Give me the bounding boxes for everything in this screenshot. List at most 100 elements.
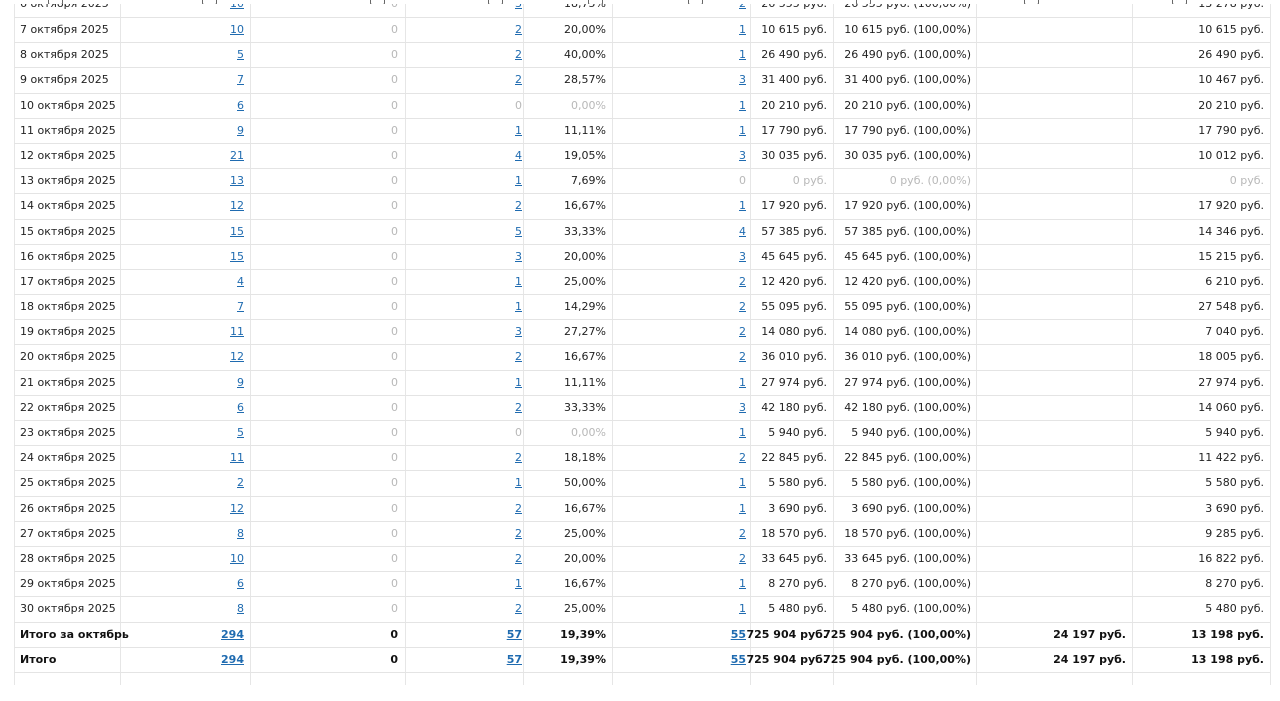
cell-visits[interactable]: 10 bbox=[230, 547, 244, 571]
cell-orders[interactable]: 1 bbox=[739, 572, 746, 596]
cell-visits[interactable]: 15 bbox=[230, 245, 244, 269]
cell-orders[interactable]: 2 bbox=[739, 522, 746, 546]
cell-leads[interactable]: 4 bbox=[515, 144, 522, 168]
cell-date: Итого bbox=[20, 652, 57, 666]
cell-leads[interactable]: 3 bbox=[515, 320, 522, 344]
cell-orders[interactable]: 3 bbox=[739, 144, 746, 168]
cell-orders[interactable]: 2 bbox=[739, 270, 746, 294]
cell-visits[interactable]: 2 bbox=[237, 471, 244, 495]
cell-col2: 0 bbox=[390, 627, 398, 641]
cell-orders[interactable]: 1 bbox=[739, 421, 746, 445]
cell-visits[interactable]: 13 bbox=[230, 169, 244, 193]
cell-visits[interactable]: 21 bbox=[230, 144, 244, 168]
cell-leads[interactable]: 1 bbox=[515, 471, 522, 495]
cell-orders[interactable]: 1 bbox=[739, 471, 746, 495]
cell-revenue-share: 26 490 руб. (100,00%) bbox=[844, 48, 971, 62]
cell-visits[interactable]: 10 bbox=[230, 4, 244, 10]
cell-revenue-share: 0 руб. (0,00%) bbox=[889, 174, 971, 188]
cell-visits[interactable]: 8 bbox=[237, 597, 244, 621]
table-row: 10 октября 2025 6 0 0 0,00% 1 20 210 руб. 20 21… bbox=[14, 94, 1270, 119]
cell-orders[interactable]: 55 bbox=[731, 648, 746, 672]
cell-orders[interactable]: 3 bbox=[739, 68, 746, 92]
cell-leads[interactable]: 2 bbox=[515, 194, 522, 218]
cell-avg-check: 18 005 руб. bbox=[1198, 350, 1264, 364]
cell-leads[interactable]: 3 bbox=[515, 245, 522, 269]
cell-visits[interactable]: 4 bbox=[237, 270, 244, 294]
cell-orders[interactable]: 2 bbox=[739, 320, 746, 344]
cell-date: 11 октября 2025 bbox=[20, 123, 116, 137]
cell-visits[interactable]: 11 bbox=[230, 446, 244, 470]
cell-orders[interactable]: 55 bbox=[731, 623, 746, 647]
cell-leads[interactable]: 57 bbox=[507, 648, 522, 672]
cell-leads: 0 bbox=[515, 98, 522, 112]
table-row: 7 октября 2025 10 0 2 20,00% 1 10 615 руб. 10 6… bbox=[14, 18, 1270, 44]
cell-orders[interactable]: 1 bbox=[739, 497, 746, 521]
cell-leads[interactable]: 1 bbox=[515, 295, 522, 319]
cell-visits[interactable]: 294 bbox=[221, 623, 244, 647]
cell-orders[interactable]: 1 bbox=[739, 597, 746, 621]
cell-leads[interactable]: 2 bbox=[515, 345, 522, 369]
cell-orders[interactable]: 2 bbox=[739, 4, 746, 10]
cell-visits[interactable]: 8 bbox=[237, 522, 244, 546]
cell-visits[interactable]: 9 bbox=[237, 119, 244, 143]
cell-visits[interactable]: 12 bbox=[230, 497, 244, 521]
cell-orders[interactable]: 1 bbox=[739, 18, 746, 42]
cell-visits[interactable]: 294 bbox=[221, 648, 244, 672]
cell-leads[interactable]: 2 bbox=[515, 497, 522, 521]
cell-orders[interactable]: 1 bbox=[739, 43, 746, 67]
cell-date: 21 октября 2025 bbox=[20, 375, 116, 389]
cell-visits[interactable]: 5 bbox=[237, 43, 244, 67]
cell-orders[interactable]: 1 bbox=[739, 194, 746, 218]
cell-leads[interactable]: 57 bbox=[507, 623, 522, 647]
cell-leads[interactable]: 2 bbox=[515, 522, 522, 546]
cell-visits[interactable]: 10 bbox=[230, 18, 244, 42]
cell-date: 9 октября 2025 bbox=[20, 73, 109, 87]
cell-visits[interactable]: 6 bbox=[237, 396, 244, 420]
cell-visits[interactable]: 12 bbox=[230, 345, 244, 369]
cell-leads[interactable]: 1 bbox=[515, 169, 522, 193]
cell-leads[interactable]: 2 bbox=[515, 396, 522, 420]
cell-orders[interactable]: 3 bbox=[739, 245, 746, 269]
cell-leads[interactable]: 2 bbox=[515, 43, 522, 67]
cell-orders[interactable]: 1 bbox=[739, 371, 746, 395]
cell-leads[interactable]: 1 bbox=[515, 371, 522, 395]
cell-conversion: 16,67% bbox=[564, 501, 606, 515]
table-totals: Итого за октябрь 294 0 57 19,39% 55 725 904 ру… bbox=[14, 623, 1270, 673]
cell-visits[interactable]: 6 bbox=[237, 572, 244, 596]
table-row: 14 октября 2025 12 0 2 16,67% 1 17 920 руб. 17 … bbox=[14, 194, 1270, 220]
cell-col2: 0 bbox=[391, 501, 398, 515]
cell-avg: 24 197 руб. bbox=[1053, 652, 1126, 666]
cell-visits[interactable]: 12 bbox=[230, 194, 244, 218]
cell-visits[interactable]: 15 bbox=[230, 220, 244, 244]
cell-orders[interactable]: 2 bbox=[739, 295, 746, 319]
cell-visits[interactable]: 11 bbox=[230, 320, 244, 344]
cell-orders[interactable]: 2 bbox=[739, 547, 746, 571]
cell-visits[interactable]: 7 bbox=[237, 68, 244, 92]
cell-orders[interactable]: 1 bbox=[739, 94, 746, 118]
cell-visits[interactable]: 5 bbox=[237, 421, 244, 445]
cell-leads[interactable]: 5 bbox=[515, 220, 522, 244]
cell-avg-check: 3 690 руб. bbox=[1205, 501, 1264, 515]
cell-leads[interactable]: 2 bbox=[515, 446, 522, 470]
cell-revenue: 5 580 руб. bbox=[768, 476, 827, 490]
cell-visits[interactable]: 7 bbox=[237, 295, 244, 319]
cell-leads[interactable]: 2 bbox=[515, 547, 522, 571]
cell-orders[interactable]: 1 bbox=[739, 119, 746, 143]
cell-avg-check: 13 278 руб. bbox=[1198, 4, 1264, 10]
table-row: 17 октября 2025 4 0 1 25,00% 2 12 420 руб. 12 4… bbox=[14, 270, 1270, 296]
cell-leads[interactable]: 2 bbox=[515, 597, 522, 621]
cell-avg-check: 10 012 руб. bbox=[1198, 148, 1264, 162]
cell-leads[interactable]: 2 bbox=[515, 68, 522, 92]
cell-leads[interactable]: 1 bbox=[515, 270, 522, 294]
cell-leads[interactable]: 1 bbox=[515, 119, 522, 143]
cell-leads[interactable]: 3 bbox=[515, 4, 522, 10]
cell-orders[interactable]: 3 bbox=[739, 396, 746, 420]
cell-visits[interactable]: 6 bbox=[237, 94, 244, 118]
cell-conversion: 7,69% bbox=[571, 174, 606, 188]
cell-orders[interactable]: 2 bbox=[739, 446, 746, 470]
cell-orders[interactable]: 4 bbox=[739, 220, 746, 244]
cell-leads[interactable]: 1 bbox=[515, 572, 522, 596]
cell-orders[interactable]: 2 bbox=[739, 345, 746, 369]
cell-visits[interactable]: 9 bbox=[237, 371, 244, 395]
cell-leads[interactable]: 2 bbox=[515, 18, 522, 42]
